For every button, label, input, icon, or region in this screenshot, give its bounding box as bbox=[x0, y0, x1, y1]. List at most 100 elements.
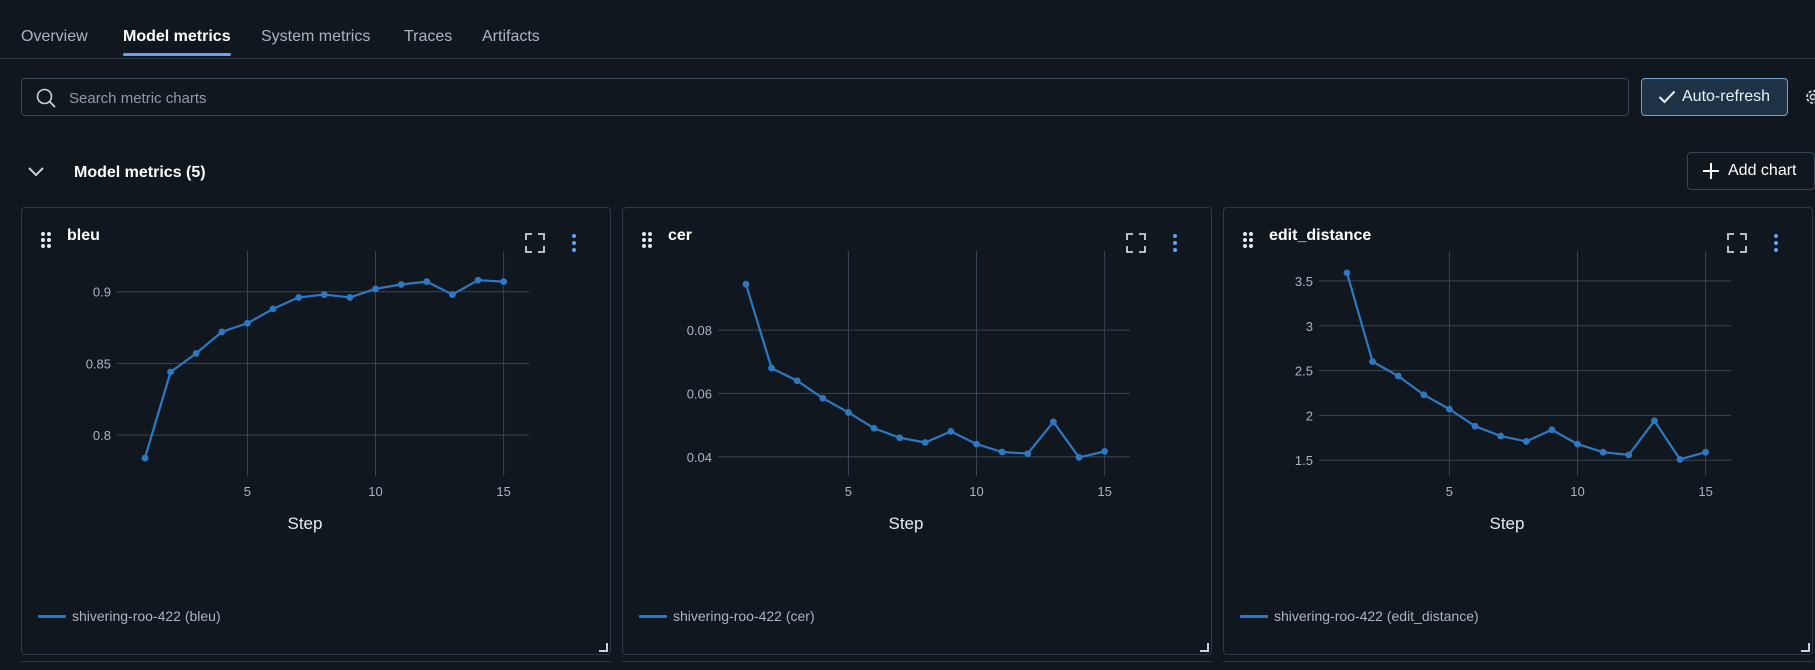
y-tick-label: 2 bbox=[1306, 408, 1313, 423]
auto-refresh-label: Auto-refresh bbox=[1682, 88, 1771, 105]
tab-model-metrics[interactable]: Model metrics bbox=[123, 28, 231, 56]
search-icon bbox=[36, 88, 56, 108]
y-tick-label: 0.85 bbox=[86, 356, 111, 371]
data-point bbox=[1625, 451, 1633, 459]
chart-card-cer: cer 5 10 15 0.04 0.06 0.08 Step shivering-roo-… bbox=[622, 207, 1212, 655]
x-tick-label: 10 bbox=[1570, 484, 1584, 499]
line-chart-plot: 5 10 15 0.8 0.85 0.9 Step bbox=[86, 251, 529, 533]
y-tick-label: 3.5 bbox=[1295, 274, 1313, 289]
gear-icon[interactable] bbox=[1803, 87, 1815, 107]
y-tick-label: 0.8 bbox=[93, 428, 111, 443]
y-tick-label: 0.04 bbox=[687, 450, 712, 465]
chevron-down-icon[interactable] bbox=[26, 165, 46, 179]
data-point bbox=[397, 281, 405, 288]
search-box bbox=[21, 78, 1629, 117]
search-input[interactable] bbox=[67, 79, 1611, 117]
data-point bbox=[1650, 417, 1658, 425]
legend-label: shivering-roo-422 (cer) bbox=[673, 608, 815, 624]
tab-overview[interactable]: Overview bbox=[21, 28, 88, 46]
data-point bbox=[192, 349, 200, 357]
data-point bbox=[295, 294, 303, 301]
section-title: Model metrics (5) bbox=[74, 164, 206, 181]
data-point bbox=[1548, 426, 1556, 434]
y-tick-label: 0.08 bbox=[687, 323, 712, 338]
data-point bbox=[1522, 438, 1530, 445]
chart-card-bleu: bleu 5 10 15 0.8 0.85 0.9 Step shivering-roo-4… bbox=[21, 207, 611, 655]
x-tick-label: 15 bbox=[496, 484, 510, 499]
series-line bbox=[143, 279, 504, 459]
series-line bbox=[744, 283, 1105, 459]
data-point bbox=[1676, 455, 1684, 463]
y-tick-label: 0.9 bbox=[93, 285, 111, 300]
x-tick-label: 10 bbox=[969, 484, 983, 499]
plus-icon bbox=[1703, 163, 1719, 179]
data-point bbox=[141, 454, 149, 462]
data-point bbox=[896, 434, 904, 442]
data-point bbox=[1101, 447, 1109, 455]
data-point bbox=[1471, 422, 1479, 430]
legend-label: shivering-roo-422 (bleu) bbox=[72, 608, 221, 624]
data-point bbox=[423, 278, 431, 286]
legend-swatch bbox=[1240, 614, 1268, 618]
data-point bbox=[870, 424, 878, 432]
chart-card-edit-distance: edit_distance 5 10 15 1.5 2 2.5 3 3.5 Step shive… bbox=[1223, 207, 1813, 655]
data-point bbox=[819, 394, 827, 402]
data-point bbox=[1420, 391, 1428, 399]
tab-bar: Overview Model metrics System metrics Tr… bbox=[0, 0, 1815, 59]
tab-system-metrics[interactable]: System metrics bbox=[261, 28, 370, 46]
data-point bbox=[793, 377, 801, 385]
data-point bbox=[768, 364, 775, 372]
x-tick-label: 5 bbox=[1446, 484, 1453, 499]
data-point bbox=[1024, 450, 1032, 457]
chart-legend[interactable]: shivering-roo-422 (bleu) bbox=[38, 608, 221, 624]
chart-legend[interactable]: shivering-roo-422 (edit_distance) bbox=[1240, 608, 1479, 624]
data-point bbox=[1343, 269, 1351, 277]
data-point bbox=[500, 278, 508, 286]
resize-handle-icon[interactable] bbox=[598, 642, 608, 652]
data-point bbox=[845, 409, 852, 416]
data-point bbox=[244, 319, 251, 327]
data-point bbox=[1574, 440, 1581, 448]
data-point bbox=[973, 440, 980, 448]
x-tick-label: 10 bbox=[368, 484, 382, 499]
x-tick-label: 5 bbox=[244, 484, 251, 499]
check-icon bbox=[1658, 90, 1676, 104]
chart-legend[interactable]: shivering-roo-422 (cer) bbox=[639, 608, 815, 624]
data-point bbox=[742, 280, 750, 288]
legend-swatch bbox=[38, 614, 66, 618]
x-tick-label: 15 bbox=[1698, 484, 1712, 499]
auto-refresh-button[interactable]: Auto-refresh bbox=[1641, 78, 1788, 116]
data-point bbox=[921, 439, 929, 446]
line-chart-plot: 5 10 15 1.5 2 2.5 3 3.5 Step bbox=[1295, 251, 1731, 533]
data-point bbox=[346, 294, 354, 301]
data-point bbox=[474, 276, 482, 284]
data-point bbox=[320, 291, 328, 298]
data-point bbox=[218, 328, 226, 336]
x-axis-title: Step bbox=[889, 514, 924, 533]
x-tick-label: 5 bbox=[845, 484, 852, 499]
data-point bbox=[448, 291, 456, 298]
data-point bbox=[1369, 358, 1376, 366]
tab-artifacts[interactable]: Artifacts bbox=[482, 28, 540, 46]
legend-swatch bbox=[639, 614, 667, 618]
resize-handle-icon[interactable] bbox=[1800, 642, 1810, 652]
x-axis-title: Step bbox=[288, 514, 323, 533]
tab-traces[interactable]: Traces bbox=[404, 28, 452, 46]
data-point bbox=[1075, 453, 1083, 461]
resize-handle-icon[interactable] bbox=[1199, 642, 1209, 652]
add-chart-button[interactable]: Add chart bbox=[1687, 152, 1815, 190]
data-point bbox=[269, 305, 277, 313]
data-point bbox=[998, 448, 1006, 456]
add-chart-label: Add chart bbox=[1728, 162, 1797, 179]
x-tick-label: 15 bbox=[1097, 484, 1111, 499]
y-tick-label: 2.5 bbox=[1295, 364, 1313, 379]
data-point bbox=[1497, 432, 1505, 440]
legend-label: shivering-roo-422 (edit_distance) bbox=[1274, 608, 1479, 624]
data-point bbox=[372, 285, 379, 293]
next-card-edge bbox=[622, 661, 1212, 670]
next-card-edge bbox=[21, 661, 611, 670]
data-point bbox=[167, 368, 174, 376]
data-point bbox=[1049, 418, 1057, 426]
data-point bbox=[1446, 405, 1453, 413]
data-point bbox=[1394, 372, 1402, 380]
